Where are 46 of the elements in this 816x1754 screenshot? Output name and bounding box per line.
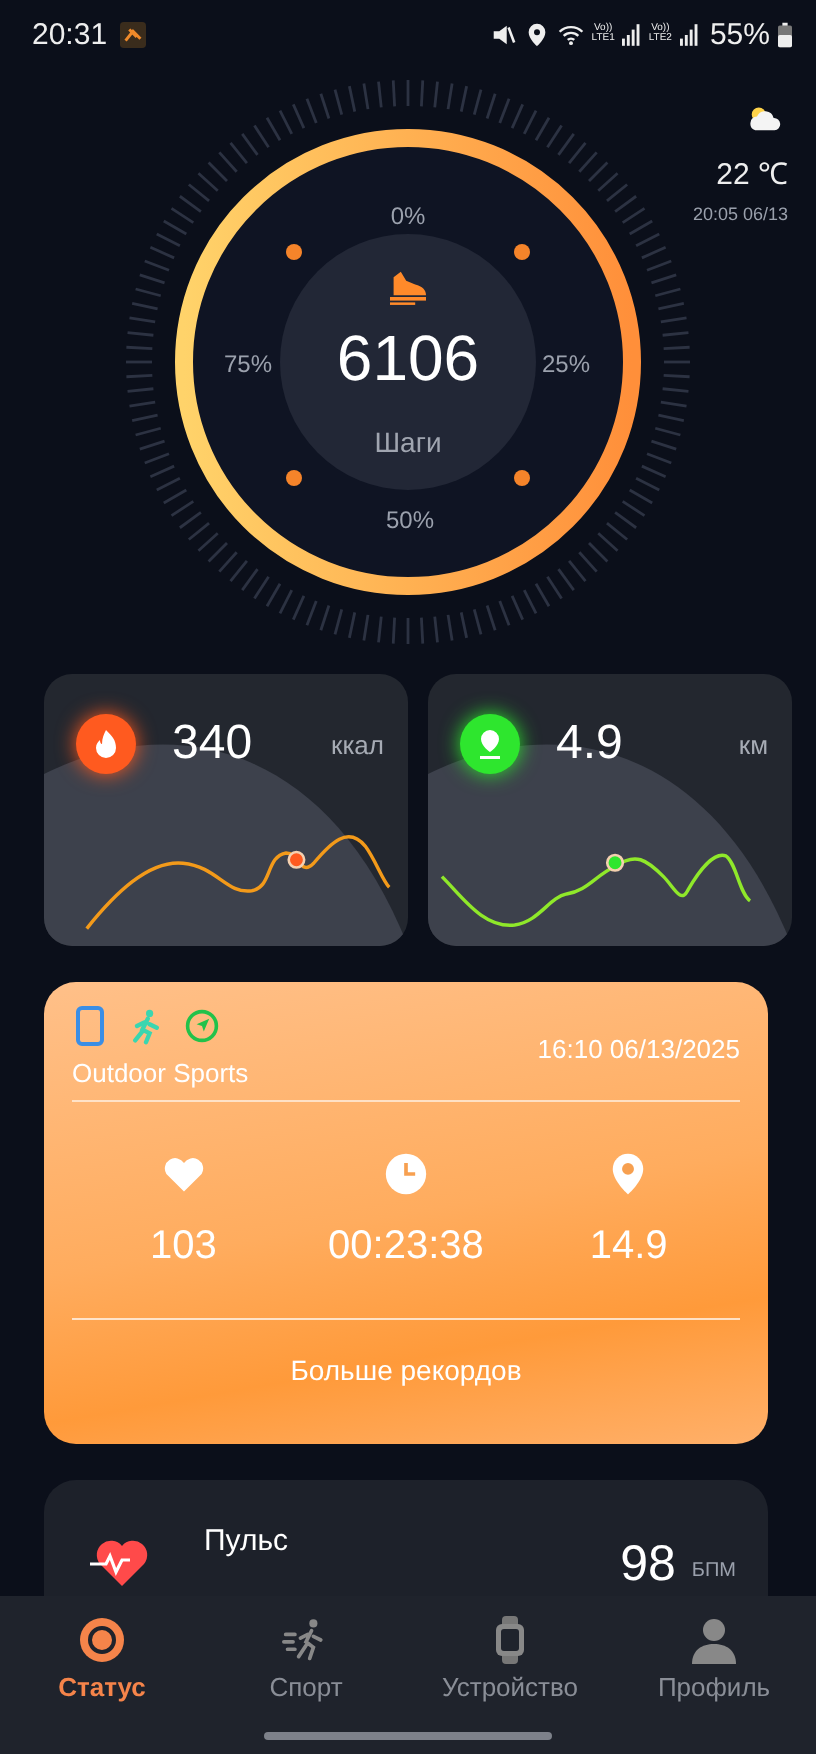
- nav-tab[interactable]: Устройство: [410, 1616, 610, 1704]
- metric-card[interactable]: 340 ккал: [44, 674, 408, 946]
- pulse-value: 98: [620, 1536, 676, 1594]
- running-person-icon: [128, 1006, 164, 1046]
- partly-cloudy-icon: [744, 104, 784, 132]
- clock-icon: [383, 1151, 428, 1195]
- pulse-unit: БПМ: [691, 1560, 736, 1582]
- gauge-percent-label: 50%: [385, 506, 435, 534]
- step-count: 6106: [336, 326, 480, 390]
- phone-icon: [72, 1006, 108, 1046]
- sneaker-icon: [386, 270, 430, 306]
- metric-value: 340: [172, 716, 255, 772]
- nav-tab[interactable]: Статус: [2, 1616, 202, 1704]
- wifi-icon: [557, 21, 584, 47]
- nav-tab[interactable]: Спорт: [206, 1616, 406, 1704]
- workout-datetime: 16:10 06/13/2025: [537, 1034, 740, 1064]
- workout-stat-value: 103: [149, 1223, 217, 1269]
- metric-card[interactable]: 4.9 км: [428, 674, 792, 946]
- status-time: 20:31: [32, 17, 108, 51]
- workout-stat-value: 00:23:38: [328, 1223, 484, 1269]
- ring-icon: [78, 1616, 126, 1664]
- signal-icon: [679, 23, 698, 45]
- location-pin-icon: [474, 728, 506, 760]
- battery-percent: 55%: [709, 17, 770, 51]
- workout-title: Outdoor Sports: [72, 1058, 249, 1088]
- nav-tab[interactable]: Профиль: [614, 1616, 814, 1704]
- gauge-percent-label: 25%: [541, 350, 591, 378]
- flame-icon: [90, 728, 122, 760]
- compass-icon: [184, 1006, 220, 1046]
- metric-unit: ккал: [331, 729, 384, 759]
- weather-updated-time: 20:05 06/13: [692, 204, 788, 224]
- gauge-percent-label: 75%: [223, 350, 273, 378]
- signal-icon: [622, 23, 641, 45]
- workout-stat-value: 14.9: [589, 1223, 668, 1269]
- battery-icon: [778, 21, 792, 47]
- temperature: 22 ℃: [716, 156, 788, 192]
- pulse-label: Пульс: [204, 1524, 291, 1558]
- app-notification-icon: [119, 21, 146, 47]
- location-icon: [523, 21, 550, 47]
- pulse-card[interactable]: Пульс 98 БПМ: [44, 1480, 768, 1596]
- metric-value: 4.9: [556, 716, 625, 772]
- steps-label: Шаги: [374, 426, 442, 458]
- metric-unit: км: [738, 729, 768, 759]
- person-icon: [690, 1616, 738, 1664]
- mute-icon: [489, 21, 516, 47]
- gauge-percent-label: 0%: [390, 202, 426, 230]
